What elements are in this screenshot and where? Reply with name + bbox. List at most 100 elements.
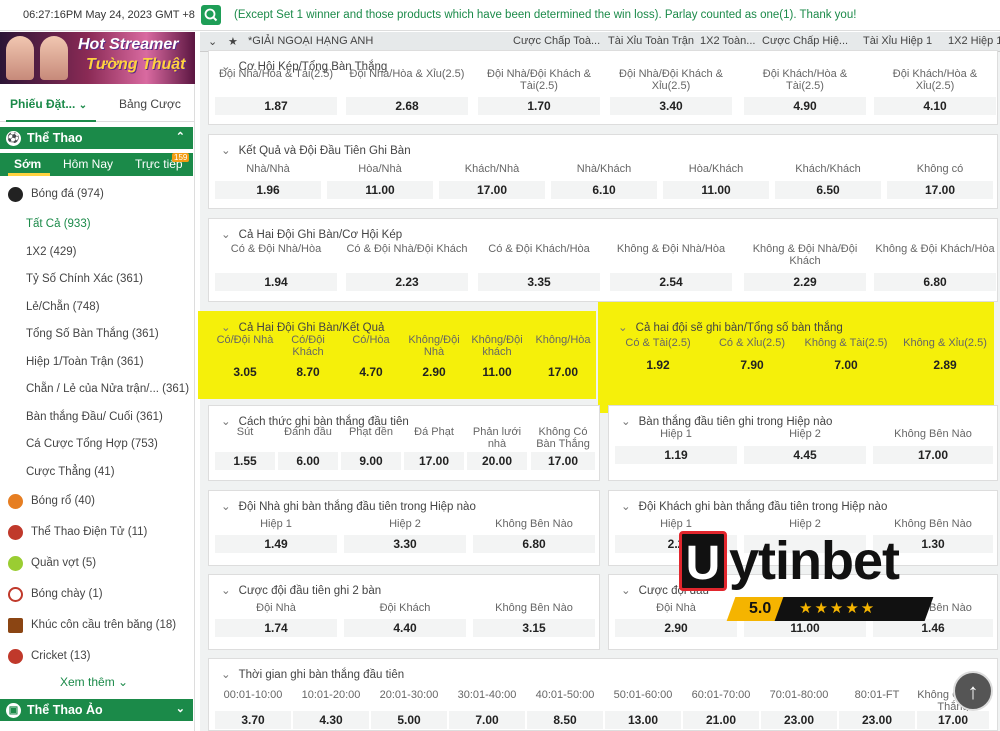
odds-value[interactable]: 21.00	[683, 711, 759, 729]
odds-cell[interactable]: Có/Hòa 4.70	[341, 334, 401, 394]
market-title[interactable]: ⌄ Bàn thắng đầu tiên ghi trong Hiệp nào	[621, 414, 832, 428]
sidebar-subitem[interactable]: Tất Cả (933)	[0, 218, 193, 230]
odds-value[interactable]: 17.00	[531, 452, 595, 470]
market-title[interactable]: ⌄ Cả Hai Đội Ghi Bàn/Cơ Hội Kép	[221, 227, 402, 241]
odds-value[interactable]: 11.00	[327, 181, 433, 199]
odds-cell[interactable]: Không & Tài(2.5) 7.00	[801, 337, 891, 394]
odds-value[interactable]: 2.90	[404, 363, 464, 381]
odds-cell[interactable]: Đội Khách/Hòa & Xỉu(2.5) 4.10	[874, 68, 996, 120]
odds-cell[interactable]: Nhà/Khách 6.10	[551, 163, 657, 204]
odds-value[interactable]: 17.00	[917, 711, 989, 729]
odds-cell[interactable]: Khách/Nhà 17.00	[439, 163, 545, 204]
market-title[interactable]: ⌄ Cả hai đội sẽ ghi bàn/Tổng số bàn thắng	[618, 320, 843, 334]
tab-bet-table[interactable]: Bảng Cược	[119, 97, 181, 111]
sports-header[interactable]: ⚽ Thể Thao ⌃	[0, 127, 193, 149]
odds-value[interactable]: 4.45	[744, 446, 866, 464]
odds-value[interactable]: 2.68	[346, 97, 468, 115]
odds-cell[interactable]: Có & Đội Khách/Hòa 3.35	[478, 243, 600, 297]
odds-cell[interactable]: 40:01-50:00 8.50	[527, 689, 603, 729]
odds-cell[interactable]: Phản lưới nhà 20.00	[467, 426, 527, 476]
odds-cell[interactable]: Sút 1.55	[215, 426, 275, 476]
odds-cell[interactable]: Đánh đầu 6.00	[278, 426, 338, 476]
odds-value[interactable]: 1.94	[215, 273, 337, 291]
market-title[interactable]: ⌄ Đội Nhà ghi bàn thắng đầu tiên trong Hi…	[221, 499, 476, 513]
odds-value[interactable]: 1.92	[613, 356, 703, 374]
odds-cell[interactable]: Phạt đền 9.00	[341, 426, 401, 476]
odds-cell[interactable]: Có & Đội Nhà/Hòa 1.94	[215, 243, 337, 297]
odds-value[interactable]: 4.30	[293, 711, 369, 729]
odds-cell[interactable]: Không/Hòa 17.00	[531, 334, 595, 394]
odds-cell[interactable]: Không có 17.00	[887, 163, 993, 204]
scroll-to-top-button[interactable]: ↑	[953, 671, 993, 711]
sidebar-item-football[interactable]: Bóng đá (974)	[0, 187, 193, 202]
sidebar-item-baseball[interactable]: Bóng chày (1)	[0, 587, 193, 602]
odds-cell[interactable]: Không Bên Nào 6.80	[473, 518, 595, 561]
odds-value[interactable]: 4.40	[344, 619, 466, 637]
odds-value[interactable]: 17.00	[531, 363, 595, 381]
odds-cell[interactable]: Đội Khách 4.40	[344, 602, 466, 645]
sidebar-subitem[interactable]: Cá Cược Tổng Hợp (753)	[0, 438, 193, 450]
odds-value[interactable]: 11.00	[663, 181, 769, 199]
market-title[interactable]: ⌄ Đội Khách ghi bàn thắng đầu tiên trong …	[621, 499, 887, 513]
subtab-early[interactable]: Sớm	[14, 157, 41, 171]
odds-cell[interactable]: Không & Đội Khách/Hòa 6.80	[874, 243, 996, 297]
market-title[interactable]: ⌄ Kết Quả và Đội Đầu Tiên Ghi Bàn	[221, 143, 411, 157]
odds-cell[interactable]: Khách/Khách 6.50	[775, 163, 881, 204]
odds-cell[interactable]: 70:01-80:00 23.00	[761, 689, 837, 729]
odds-value[interactable]: 5.00	[371, 711, 447, 729]
odds-cell[interactable]: Đội Khách/Hòa & Tài(2.5) 4.90	[744, 68, 866, 120]
odds-cell[interactable]: Không/Đội khách 11.00	[467, 334, 527, 394]
odds-value[interactable]: 17.00	[404, 452, 464, 470]
virtual-sports-header[interactable]: ▣ Thể Thao Ảo ⌄	[0, 699, 193, 721]
odds-value[interactable]: 6.80	[874, 273, 996, 291]
odds-value[interactable]: 8.50	[527, 711, 603, 729]
odds-cell[interactable]: Hòa/Khách 11.00	[663, 163, 769, 204]
odds-cell[interactable]: Không Bên Nào 3.15	[473, 602, 595, 645]
market-title[interactable]: ⌄ Cược đội đầu tiên ghi 2 bàn	[221, 583, 381, 597]
star-icon[interactable]: ★	[228, 35, 238, 48]
chevron-down-icon[interactable]: ⌄	[208, 35, 217, 48]
odds-value[interactable]: 17.00	[887, 181, 993, 199]
odds-value[interactable]: 2.89	[895, 356, 995, 374]
odds-value[interactable]: 2.23	[346, 273, 468, 291]
odds-cell[interactable]: 20:01-30:00 5.00	[371, 689, 447, 729]
sidebar-item-esports[interactable]: Thể Thao Điện Tử (11)	[0, 525, 193, 540]
odds-value[interactable]: 3.05	[215, 363, 275, 381]
odds-value[interactable]: 1.19	[615, 446, 737, 464]
odds-value[interactable]: 2.29	[744, 273, 866, 291]
odds-value[interactable]: 23.00	[839, 711, 915, 729]
odds-value[interactable]: 17.00	[873, 446, 993, 464]
odds-value[interactable]: 7.90	[707, 356, 797, 374]
odds-value[interactable]: 7.00	[449, 711, 525, 729]
odds-cell[interactable]: 60:01-70:00 21.00	[683, 689, 759, 729]
sidebar-subitem[interactable]: Lẻ/Chẵn (748)	[0, 301, 193, 313]
odds-cell[interactable]: Hiệp 1 1.49	[215, 518, 337, 561]
odds-cell[interactable]: Không Có Bàn Thắng 17.00	[531, 426, 595, 476]
odds-value[interactable]: 1.96	[215, 181, 321, 199]
odds-cell[interactable]: Không & Xỉu(2.5) 2.89	[895, 337, 995, 394]
odds-cell[interactable]: Hiệp 2 3.30	[344, 518, 466, 561]
odds-value[interactable]: 11.00	[467, 363, 527, 381]
sidebar-subitem[interactable]: 1X2 (429)	[0, 246, 193, 258]
odds-cell[interactable]: Không & Đội Nhà/Đội Khách 2.29	[744, 243, 866, 297]
odds-cell[interactable]: 50:01-60:00 13.00	[605, 689, 681, 729]
sidebar-subitem[interactable]: Bàn thắng Đầu/ Cuối (361)	[0, 411, 193, 423]
odds-value[interactable]: 2.54	[610, 273, 732, 291]
hot-streamer-banner[interactable]: Hot Streamer Tường Thuật	[0, 32, 195, 84]
odds-cell[interactable]: Có & Tài(2.5) 1.92	[613, 337, 703, 394]
sidebar-item-basketball[interactable]: Bóng rổ (40)	[0, 494, 193, 509]
market-title[interactable]: ⌄ Cả Hai Đội Ghi Bàn/Kết Quả	[221, 320, 384, 334]
see-more-link[interactable]: Xem thêm ⌄	[60, 675, 128, 689]
subtab-today[interactable]: Hôm Nay	[63, 157, 113, 171]
odds-cell[interactable]: Đội Nhà/Đội Khách & Xỉu(2.5) 3.40	[610, 68, 732, 120]
odds-cell[interactable]: Có & Đội Nhà/Đội Khách 2.23	[346, 243, 468, 297]
odds-value[interactable]: 3.35	[478, 273, 600, 291]
tab-bet-slip[interactable]: Phiếu Đặt... ⌄	[10, 97, 87, 111]
odds-cell[interactable]: Không Bên Nào 17.00	[873, 428, 993, 476]
odds-cell[interactable]: Nhà/Nhà 1.96	[215, 163, 321, 204]
odds-cell[interactable]: Đội Nhà/Hòa & Xỉu(2.5) 2.68	[346, 68, 468, 120]
odds-value[interactable]: 1.70	[478, 97, 600, 115]
odds-value[interactable]: 3.30	[344, 535, 466, 553]
odds-cell[interactable]: Có & Xỉu(2.5) 7.90	[707, 337, 797, 394]
odds-cell[interactable]: Đội Nhà 1.74	[215, 602, 337, 645]
